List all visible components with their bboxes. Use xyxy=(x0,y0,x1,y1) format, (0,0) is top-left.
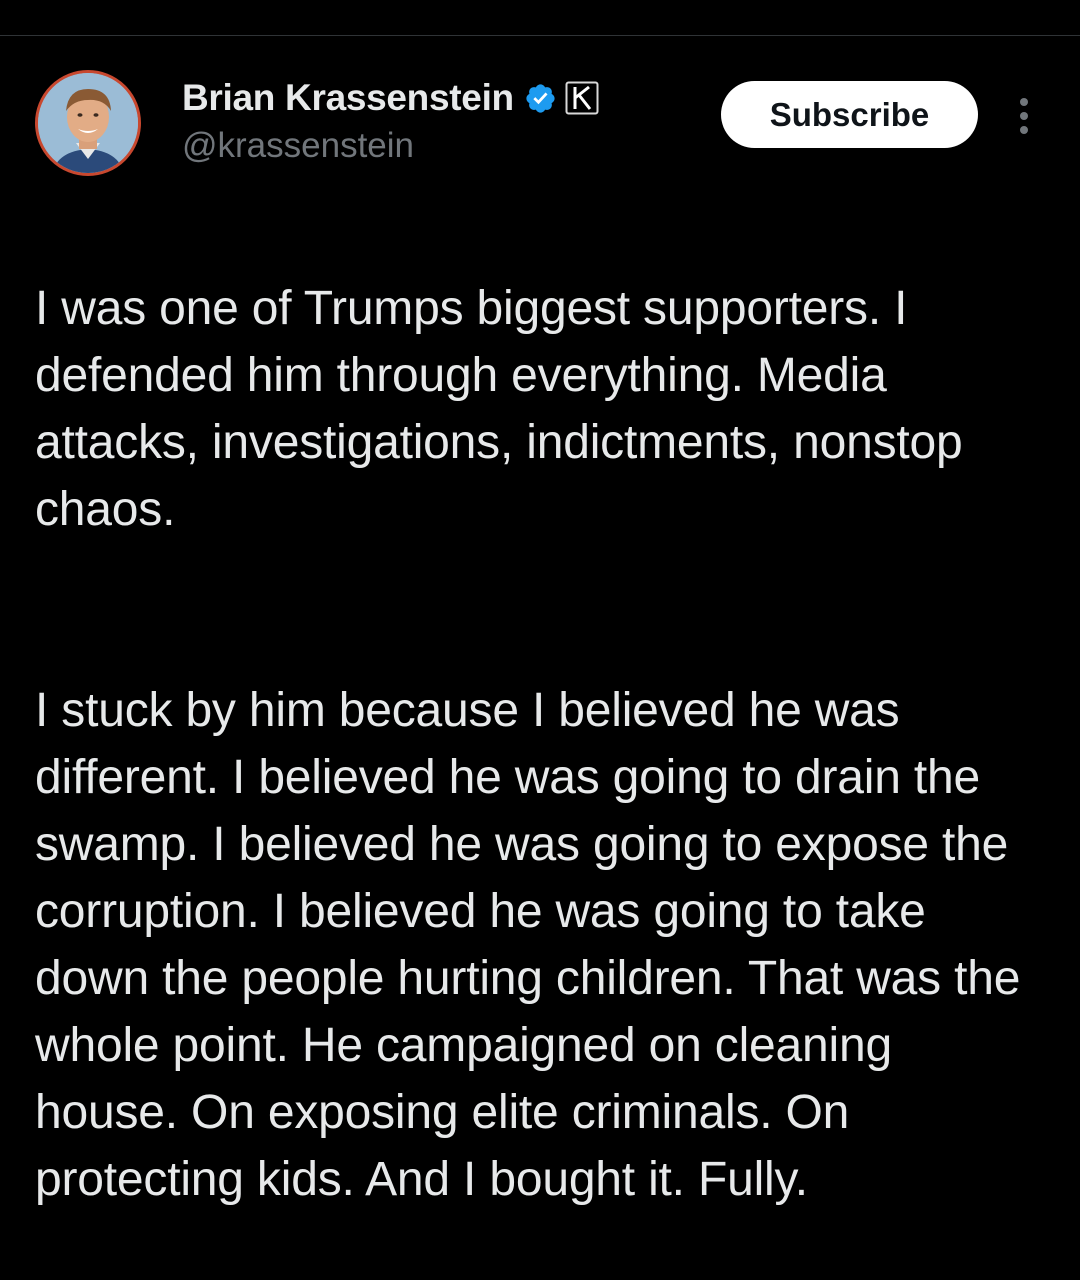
verified-badge-icon[interactable] xyxy=(524,82,557,115)
author-handle[interactable]: @krassenstein xyxy=(182,126,414,166)
tweet-paragraph-2: I stuck by him because I believed he was… xyxy=(35,684,1021,1206)
tweet-header: Brian Krassenstein @krassenstein Subscri… xyxy=(0,70,1080,190)
name-row: Brian Krassenstein xyxy=(182,76,599,120)
subscribe-button[interactable]: Subscribe xyxy=(721,81,978,148)
display-name[interactable]: Brian Krassenstein xyxy=(182,77,514,119)
tweet-paragraph-1: I was one of Trumps biggest supporters. … xyxy=(35,282,963,536)
avatar[interactable] xyxy=(35,70,141,176)
top-divider xyxy=(0,35,1080,36)
tweet-text: I was one of Trumps biggest supporters. … xyxy=(35,208,1045,1280)
more-vertical-icon[interactable] xyxy=(1010,94,1038,138)
k-affiliate-badge-icon[interactable] xyxy=(565,81,599,115)
